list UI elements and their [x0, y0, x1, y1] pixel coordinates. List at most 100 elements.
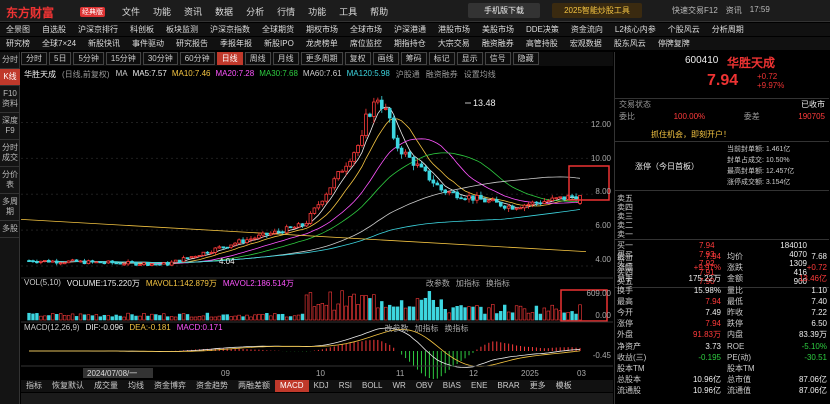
period-button[interactable]: 15分钟	[105, 52, 141, 65]
nav-item[interactable]: 新股IPO	[258, 37, 300, 50]
indicator-tab[interactable]: 更多	[525, 380, 551, 392]
nav-item[interactable]: DDE决策	[520, 23, 565, 36]
indicator-tab[interactable]: 均线	[123, 380, 149, 392]
indicator-action[interactable]: 加指标	[415, 323, 439, 334]
menu-item-analysis[interactable]: 分析	[246, 5, 264, 18]
indicator-tab[interactable]: ENE	[466, 380, 492, 392]
nav-item[interactable]: 大宗交易	[432, 37, 476, 50]
nav-item[interactable]: 沪深京指数	[204, 23, 256, 36]
nav-item[interactable]: 高管持股	[520, 37, 564, 50]
period-button[interactable]: 隐藏	[512, 52, 539, 65]
nav-item[interactable]: 龙虎榜单	[300, 37, 344, 50]
period-button[interactable]: 5分钟	[73, 52, 104, 65]
nav-item[interactable]: 期指持仓	[388, 37, 432, 50]
period-button[interactable]: 30分钟	[142, 52, 178, 65]
period-button[interactable]: 画线	[372, 52, 399, 65]
period-button[interactable]: 更多周期	[300, 52, 343, 65]
nav-item[interactable]: 科创板	[124, 23, 160, 36]
menu-item-data[interactable]: 数据	[215, 5, 233, 18]
mobile-download-button[interactable]: 手机版下载	[468, 3, 540, 18]
quick-trade-button[interactable]: 快速交易F12	[672, 5, 718, 16]
indicator-tab[interactable]: WR	[388, 380, 411, 392]
left-tab[interactable]: 分时成交	[0, 140, 20, 167]
legend-extra[interactable]: 融资融券	[426, 69, 458, 80]
indicator-tab[interactable]: 指标	[21, 380, 47, 392]
indicator-tab[interactable]: 恢复默认	[47, 380, 89, 392]
indicator-tab[interactable]: MACD	[275, 380, 309, 392]
period-button[interactable]: 周线	[244, 52, 271, 65]
indicator-tab[interactable]: 资金趋势	[191, 380, 233, 392]
indicator-tab[interactable]: 成交量	[89, 380, 123, 392]
period-button[interactable]: 标记	[428, 52, 455, 65]
nav-item[interactable]: 宏观数据	[564, 37, 608, 50]
left-tab[interactable]: 深度F9	[0, 113, 20, 140]
menu-item-tools[interactable]: 工具	[339, 5, 357, 18]
indicator-tab[interactable]: 两融差额	[233, 380, 275, 392]
indicator-action[interactable]: 换指标	[445, 323, 469, 334]
news-button[interactable]: 资讯	[726, 5, 742, 16]
left-tab[interactable]: 分时	[0, 52, 20, 69]
indicator-tab[interactable]: 模板	[551, 380, 577, 392]
nav-item[interactable]: 港股市场	[432, 23, 476, 36]
indicator-tab[interactable]: BIAS	[438, 380, 466, 392]
promo-banner[interactable]: 2025智能炒股工具	[552, 3, 642, 18]
indicator-tab[interactable]: RSI	[334, 380, 357, 392]
menu-item-function2[interactable]: 功能	[308, 5, 326, 18]
menu-item-function[interactable]: 功能	[153, 5, 171, 18]
period-button[interactable]: 5日	[49, 52, 72, 65]
ma-settings-button[interactable]: 设置均线	[464, 69, 496, 80]
left-tab[interactable]: 多周期	[0, 194, 20, 221]
nav-item[interactable]: 事件驱动	[126, 37, 170, 50]
indicator-action[interactable]: 改参数	[385, 323, 409, 334]
nav-item[interactable]: 席位监控	[344, 37, 388, 50]
period-button[interactable]: 筹码	[400, 52, 427, 65]
indicator-tab[interactable]: KDJ	[309, 380, 334, 392]
legend-extra[interactable]: 沪股通	[396, 69, 420, 80]
open-account-link[interactable]: 抓住机会，即刻开户！	[651, 129, 731, 140]
nav-item[interactable]: 研究榜	[0, 37, 36, 50]
indicator-tab[interactable]: OBV	[411, 380, 438, 392]
indicator-tab[interactable]: 资金博弈	[149, 380, 191, 392]
volume-bar	[499, 311, 503, 321]
left-tab[interactable]: K线	[0, 69, 20, 86]
menu-item-quotes[interactable]: 行情	[277, 5, 295, 18]
nav-item[interactable]: 板块监测	[160, 23, 204, 36]
nav-item[interactable]: L2核心内参	[609, 23, 662, 36]
nav-item[interactable]: 新股快讯	[82, 37, 126, 50]
nav-item[interactable]: 全景图	[0, 23, 36, 36]
left-tab[interactable]: 多股	[0, 221, 20, 238]
menu-item-help[interactable]: 帮助	[370, 5, 388, 18]
nav-item[interactable]: 融资融券	[476, 37, 520, 50]
nav-item[interactable]: 分析周期	[706, 23, 750, 36]
nav-item[interactable]: 美股市场	[476, 23, 520, 36]
indicator-action[interactable]: 加指标	[456, 278, 480, 289]
period-button[interactable]: 月线	[272, 52, 299, 65]
menu-item-file[interactable]: 文件	[122, 5, 140, 18]
nav-item[interactable]: 停牌复牌	[652, 37, 696, 50]
period-button[interactable]: 显示	[456, 52, 483, 65]
nav-item[interactable]: 全球7×24	[36, 37, 82, 50]
indicator-action[interactable]: 改参数	[426, 278, 450, 289]
nav-item[interactable]: 资金流向	[565, 23, 609, 36]
nav-item[interactable]: 全球期货	[256, 23, 300, 36]
period-button[interactable]: 信号	[484, 52, 511, 65]
period-button[interactable]: 60分钟	[179, 52, 215, 65]
period-button[interactable]: 分时	[21, 52, 47, 65]
nav-item[interactable]: 沪深港通	[388, 23, 432, 36]
indicator-tab[interactable]: BOLL	[357, 380, 387, 392]
period-button[interactable]: 复权	[344, 52, 371, 65]
nav-item[interactable]: 沪深京排行	[72, 23, 124, 36]
nav-item[interactable]: 自选股	[36, 23, 72, 36]
menu-item-info[interactable]: 资讯	[184, 5, 202, 18]
indicator-tab[interactable]: BRAR	[492, 380, 524, 392]
left-tab[interactable]: F10资料	[0, 86, 20, 113]
nav-item[interactable]: 季报年报	[214, 37, 258, 50]
period-button[interactable]: 日线	[216, 52, 243, 65]
left-tab[interactable]: 分价表	[0, 167, 20, 194]
nav-item[interactable]: 研究报告	[170, 37, 214, 50]
nav-item[interactable]: 全球市场	[344, 23, 388, 36]
indicator-action[interactable]: 换指标	[486, 278, 510, 289]
nav-item[interactable]: 个股风云	[662, 23, 706, 36]
nav-item[interactable]: 股东风云	[608, 37, 652, 50]
nav-item[interactable]: 期权市场	[300, 23, 344, 36]
